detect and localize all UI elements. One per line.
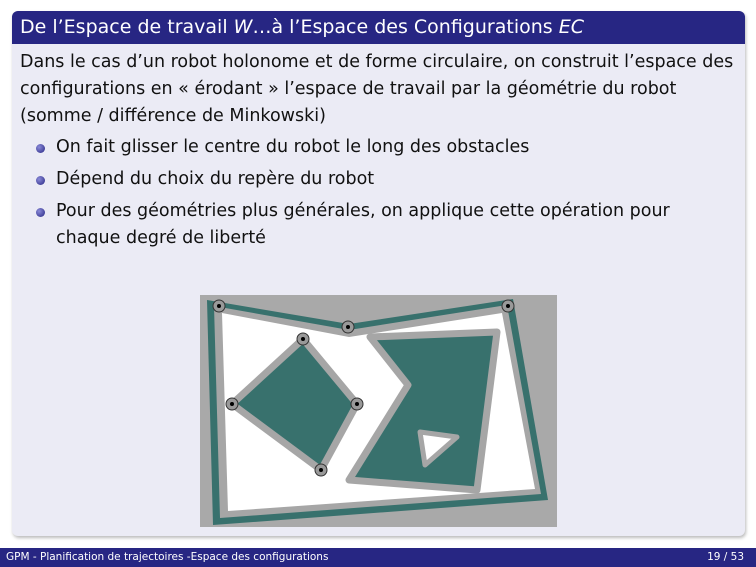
title-w: W [233,16,253,38]
bullet-text: Pour des géométries plus générales, on a… [56,201,670,248]
title-part: De l’Espace de travail [20,16,234,38]
vertex-icon [341,320,355,334]
vertex-icon [350,397,364,411]
slide-title: De l’Espace de travail W…à l’Espace des … [12,11,745,44]
footer-bar: GPM - Planification de trajectoires -Esp… [0,548,756,567]
vertex-icon [501,299,515,313]
page-number: 19 / 53 [707,551,744,563]
title-part: …à l’Espace des Configurations [252,16,559,38]
intro-text: Dans le cas d’un robot holonome et de fo… [20,52,734,126]
bullet-item: On fait glisser le centre du robot le lo… [36,134,737,161]
bullet-item: Dépend du choix du repère du robot [36,166,737,193]
vertex-icon [296,332,310,346]
footer-title: GPM - Planification de trajectoires -Esp… [6,551,329,563]
vertex-icon [212,299,226,313]
bullet-text: On fait glisser le centre du robot le lo… [56,137,530,157]
bullet-text: Dépend du choix du repère du robot [56,169,375,189]
bullet-icon [36,176,45,185]
vertex-icon [314,463,328,477]
bullet-list: On fait glisser le centre du robot le lo… [20,134,737,252]
vertex-icon [225,397,239,411]
bullet-item: Pour des géométries plus générales, on a… [36,198,737,252]
configuration-space-figure [200,295,557,527]
bullet-icon [36,208,45,217]
bullet-icon [36,144,45,153]
title-ec: EC [558,16,584,38]
